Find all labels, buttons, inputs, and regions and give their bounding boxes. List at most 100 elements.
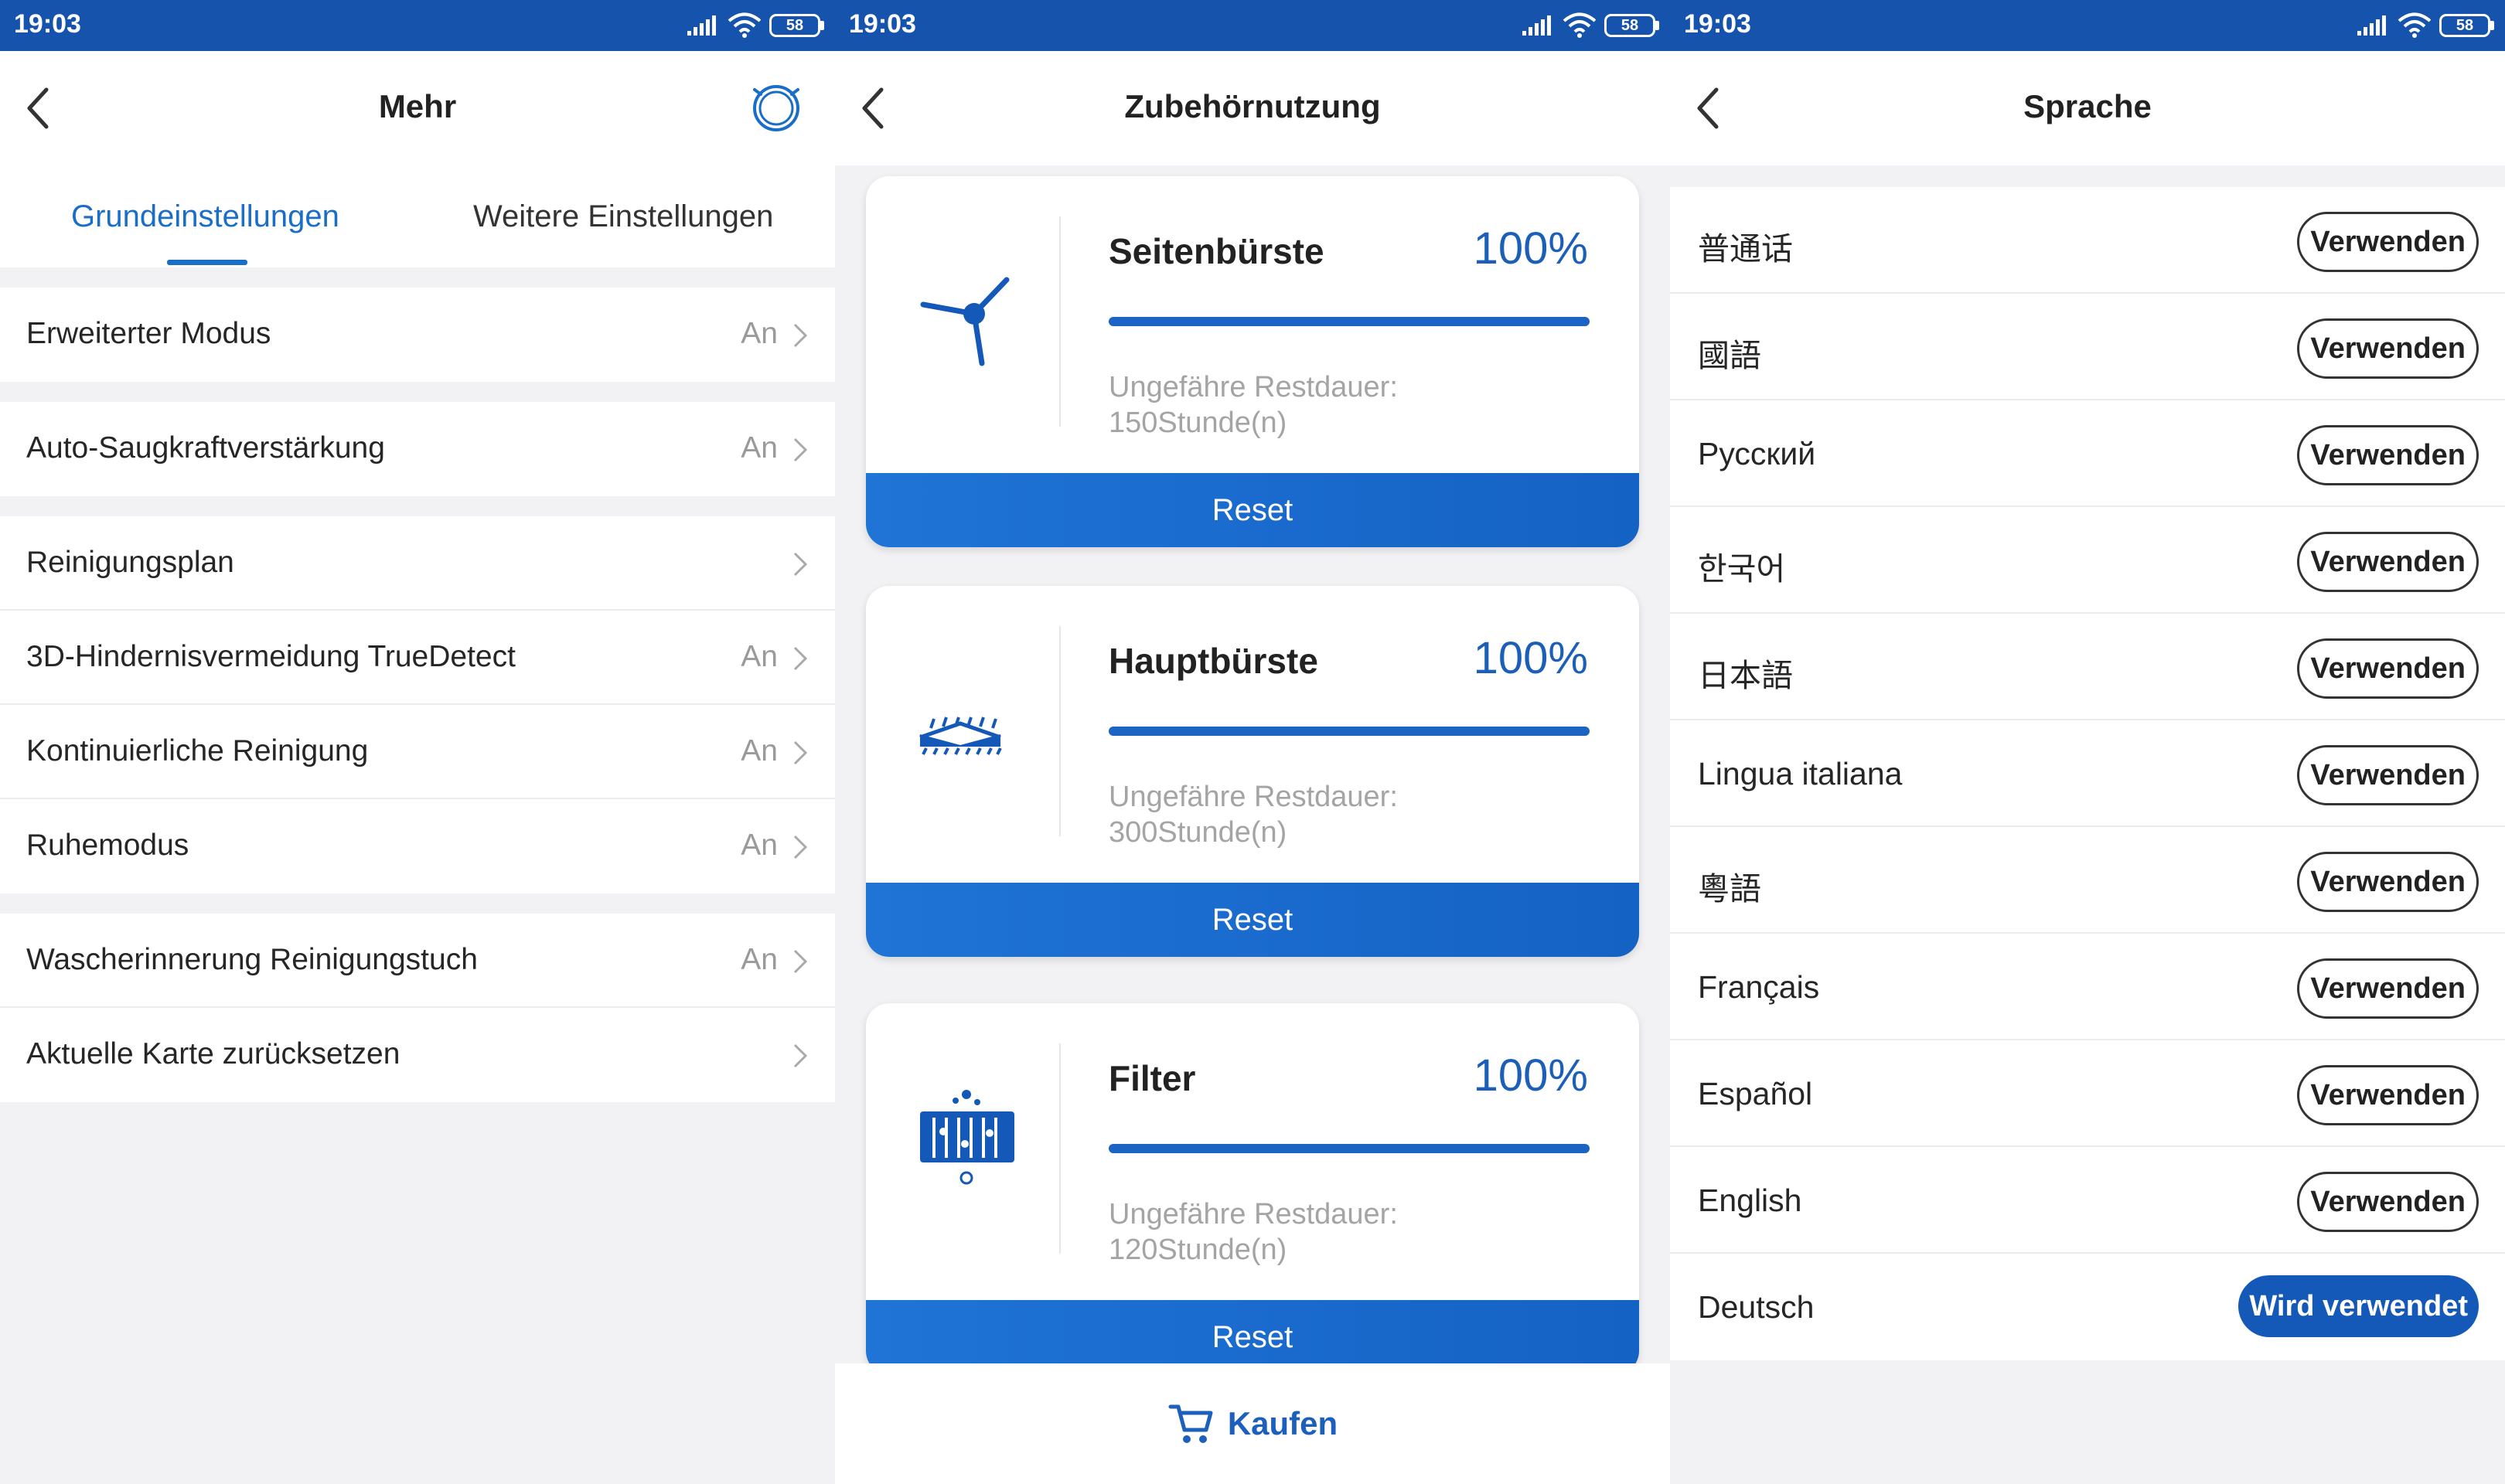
language-name: 粵語 xyxy=(1698,871,1761,907)
use-language-button[interactable]: Verwenden xyxy=(2297,1065,2479,1125)
setting-value: An xyxy=(741,943,778,976)
battery-icon: 58 xyxy=(1604,14,1659,37)
language-row: Français Verwenden xyxy=(1670,934,2505,1040)
setting-label: Wascherinnerung Reinigungstuch xyxy=(26,943,478,976)
battery-level: 58 xyxy=(769,14,820,37)
language-name: Español xyxy=(1698,1076,1813,1111)
language-row: Español Verwenden xyxy=(1670,1040,2505,1147)
language-list: 普通话 Verwenden 國語 Verwenden Русский Verwende… xyxy=(1670,187,2505,1360)
signal-icon xyxy=(687,15,716,36)
use-language-button[interactable]: Verwenden xyxy=(2297,745,2479,805)
accessory-name: Seitenbürste xyxy=(1109,231,1324,271)
language-name: 日本語 xyxy=(1698,658,1793,693)
setting-row-auto-saugkraft[interactable]: Auto-Saugkraftverstärkung An xyxy=(0,402,835,496)
remaining-time: Ungefähre Restdauer: 150Stunde(n) xyxy=(1109,369,1398,441)
chevron-right-icon xyxy=(793,646,808,671)
progress-fill xyxy=(1109,317,1590,326)
status-time: 19:03 xyxy=(14,9,81,39)
language-screen: 19:03 58 Sprache 普通话 Verwenden 國語 Verwende… xyxy=(1670,0,2505,1484)
chevron-right-icon xyxy=(793,1043,808,1068)
language-row: 國語 Verwenden xyxy=(1670,294,2505,400)
language-in-use-button[interactable]: Wird verwendet xyxy=(2238,1275,2479,1337)
use-language-button[interactable]: Verwenden xyxy=(2297,318,2479,379)
tab-active-indicator xyxy=(167,260,247,265)
tab-grundeinstellungen[interactable]: Grundeinstellungen xyxy=(71,199,339,234)
language-row: Deutsch Wird verwendet xyxy=(1670,1254,2505,1360)
nav-bar: Sprache xyxy=(1670,51,2505,165)
settings-group: Reinigungsplan 3D-Hindernisvermeidung Tr… xyxy=(0,516,835,893)
language-name: Français xyxy=(1698,969,1820,1005)
reset-button[interactable]: Reset xyxy=(866,473,1639,547)
accessory-name: Filter xyxy=(1109,1058,1196,1098)
language-name: 普通话 xyxy=(1698,231,1793,267)
buy-bar[interactable]: Kaufen xyxy=(835,1363,1670,1484)
robot-icon[interactable] xyxy=(748,79,804,134)
remaining-value: 300Stunde(n) xyxy=(1109,816,1287,849)
status-bar: 19:03 58 xyxy=(835,0,1670,51)
setting-row-erweiterter-modus[interactable]: Erweiterter Modus An xyxy=(0,288,835,382)
language-row: 粵語 Verwenden xyxy=(1670,827,2505,934)
language-row: English Verwenden xyxy=(1670,1147,2505,1254)
setting-label: Erweiterter Modus xyxy=(26,317,271,350)
language-name: Lingua italiana xyxy=(1698,756,1903,791)
use-language-button[interactable]: Verwenden xyxy=(2297,1172,2479,1232)
status-icons: 58 xyxy=(2356,11,2494,40)
battery-icon: 58 xyxy=(2439,14,2494,37)
setting-row-truedetect[interactable]: 3D-Hindernisvermeidung TrueDetect An xyxy=(0,611,835,705)
remaining-time: Ungefähre Restdauer: 300Stunde(n) xyxy=(1109,779,1398,850)
accessory-progress-bar xyxy=(1109,317,1590,326)
settings-group: Auto-Saugkraftverstärkung An xyxy=(0,402,835,496)
setting-row-wascherinnerung[interactable]: Wascherinnerung Reinigungstuch An xyxy=(0,914,835,1008)
wifi-icon xyxy=(1563,12,1597,38)
setting-label: Reinigungsplan xyxy=(26,546,234,579)
status-time: 19:03 xyxy=(849,9,916,39)
accessory-name: Hauptbürste xyxy=(1109,641,1318,681)
accessory-percent: 100% xyxy=(1473,1050,1588,1101)
accessory-progress-bar xyxy=(1109,1144,1590,1153)
settings-group: Wascherinnerung Reinigungstuch An Aktuel… xyxy=(0,914,835,1102)
language-row: 日本語 Verwenden xyxy=(1670,614,2505,720)
use-language-button[interactable]: Verwenden xyxy=(2297,212,2479,272)
setting-row-kontinuierliche-reinigung[interactable]: Kontinuierliche Reinigung An xyxy=(0,705,835,799)
setting-label: Aktuelle Karte zurücksetzen xyxy=(26,1037,400,1070)
cart-icon xyxy=(1168,1404,1213,1443)
setting-value: An xyxy=(741,734,778,768)
setting-label: Auto-Saugkraftverstärkung xyxy=(26,431,385,465)
use-language-button[interactable]: Verwenden xyxy=(2297,958,2479,1019)
setting-row-karte-zuruecksetzen[interactable]: Aktuelle Karte zurücksetzen xyxy=(0,1008,835,1102)
language-row: Lingua italiana Verwenden xyxy=(1670,720,2505,827)
remaining-value: 120Stunde(n) xyxy=(1109,1234,1287,1266)
wifi-icon xyxy=(2398,12,2432,38)
remaining-label: Ungefähre Restdauer: xyxy=(1109,371,1398,403)
language-row: 普通话 Verwenden xyxy=(1670,187,2505,294)
tab-weitere-einstellungen[interactable]: Weitere Einstellungen xyxy=(473,199,773,234)
language-name: Русский xyxy=(1698,436,1816,471)
reset-button[interactable]: Reset xyxy=(866,883,1639,957)
setting-label: Ruhemodus xyxy=(26,829,189,862)
settings-group: Erweiterter Modus An xyxy=(0,288,835,382)
signal-icon xyxy=(1522,15,1551,36)
main-brush-icon xyxy=(919,716,1002,755)
setting-row-ruhemodus[interactable]: Ruhemodus An xyxy=(0,799,835,893)
status-bar: 19:03 58 xyxy=(0,0,835,51)
language-row: Русский Verwenden xyxy=(1670,400,2505,507)
use-language-button[interactable]: Verwenden xyxy=(2297,638,2479,699)
status-icons: 58 xyxy=(1521,11,1659,40)
progress-fill xyxy=(1109,727,1590,736)
language-name: English xyxy=(1698,1183,1802,1218)
remaining-label: Ungefähre Restdauer: xyxy=(1109,781,1398,813)
page-title: Zubehörnutzung xyxy=(1124,88,1381,124)
setting-label: 3D-Hindernisvermeidung TrueDetect xyxy=(26,640,516,673)
remaining-label: Ungefähre Restdauer: xyxy=(1109,1198,1398,1230)
use-language-button[interactable]: Verwenden xyxy=(2297,425,2479,485)
setting-row-reinigungsplan[interactable]: Reinigungsplan xyxy=(0,516,835,611)
nav-bar: Mehr xyxy=(0,51,835,165)
use-language-button[interactable]: Verwenden xyxy=(2297,852,2479,912)
battery-level: 58 xyxy=(1604,14,1655,37)
nav-bar: Zubehörnutzung xyxy=(835,51,1670,165)
progress-fill xyxy=(1109,1144,1590,1153)
accessory-progress-bar xyxy=(1109,727,1590,736)
page-title: Sprache xyxy=(2023,88,2152,124)
use-language-button[interactable]: Verwenden xyxy=(2297,532,2479,592)
accessory-usage-screen: 19:03 58 Zubehörnutzung Seitenbürste 100… xyxy=(835,0,1670,1484)
